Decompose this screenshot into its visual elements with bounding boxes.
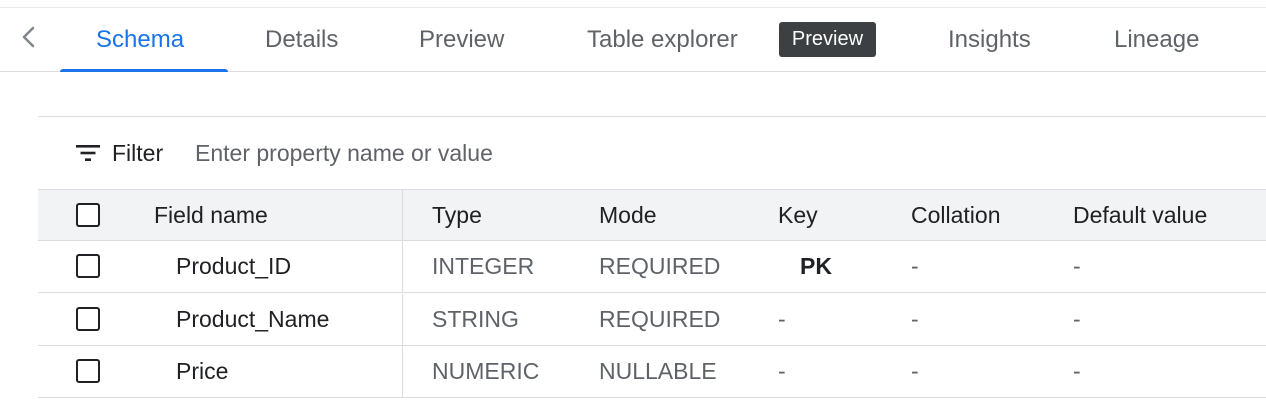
- filter-input[interactable]: [195, 136, 795, 170]
- column-header-key[interactable]: Key: [778, 190, 818, 240]
- table-row: Product_ID INTEGER REQUIRED PK - -: [38, 241, 1266, 293]
- default-value-cell: -: [1073, 358, 1081, 384]
- tab-insights[interactable]: Insights: [948, 8, 1031, 71]
- table-row: Price NUMERIC NULLABLE - - -: [38, 346, 1266, 398]
- tab-details[interactable]: Details: [265, 8, 338, 71]
- mode-cell: NULLABLE: [599, 358, 717, 384]
- type-cell: NUMERIC: [432, 358, 540, 384]
- column-divider: [402, 346, 403, 397]
- tab-label: Table explorer: [587, 25, 738, 53]
- chevron-left-icon: [21, 26, 35, 53]
- row-checkbox[interactable]: [76, 254, 100, 278]
- mode-cell: REQUIRED: [599, 253, 721, 279]
- tab-label: Lineage: [1114, 25, 1200, 53]
- column-header-field-name[interactable]: Field name: [154, 190, 268, 240]
- field-name-cell: Product_ID: [176, 253, 292, 279]
- filter-button[interactable]: Filter: [76, 136, 163, 170]
- tab-label: Details: [265, 25, 339, 53]
- collation-cell: -: [911, 306, 919, 332]
- key-cell: -: [778, 306, 786, 332]
- default-value-cell: -: [1073, 253, 1081, 279]
- field-name-cell: Product_Name: [176, 306, 330, 332]
- column-divider: [402, 190, 403, 240]
- key-cell: PK: [800, 253, 832, 279]
- table-row: Product_Name STRING REQUIRED - - -: [38, 294, 1266, 346]
- tab-preview[interactable]: Preview: [419, 8, 504, 71]
- collation-cell: -: [911, 253, 919, 279]
- default-value-cell: -: [1073, 306, 1081, 332]
- select-all-checkbox[interactable]: [76, 203, 100, 227]
- column-divider: [402, 241, 403, 292]
- column-header-mode[interactable]: Mode: [599, 190, 657, 240]
- row-checkbox[interactable]: [76, 359, 100, 383]
- tab-bar: Schema Details Preview Table explorer Pr…: [0, 7, 1266, 72]
- field-name-cell: Price: [176, 358, 229, 384]
- column-divider: [402, 294, 403, 345]
- filter-icon: [76, 142, 102, 164]
- mode-cell: REQUIRED: [599, 306, 721, 332]
- tab-label: Preview: [419, 25, 505, 53]
- tab-label: Insights: [948, 25, 1031, 53]
- preview-badge: Preview: [779, 22, 876, 57]
- active-tab-indicator: [60, 69, 228, 72]
- collation-cell: -: [911, 358, 919, 384]
- row-checkbox[interactable]: [76, 307, 100, 331]
- divider: [38, 116, 1266, 117]
- table-header: Field name Type Mode Key Collation Defau…: [38, 189, 1266, 241]
- scroll-tabs-left-button[interactable]: [14, 24, 42, 54]
- type-cell: STRING: [432, 306, 519, 332]
- column-header-collation[interactable]: Collation: [911, 190, 1001, 240]
- tab-schema[interactable]: Schema: [96, 8, 184, 71]
- filter-label: Filter: [112, 139, 164, 166]
- tab-table-explorer[interactable]: Table explorer: [587, 8, 738, 71]
- tab-lineage[interactable]: Lineage: [1114, 8, 1199, 71]
- type-cell: INTEGER: [432, 253, 535, 279]
- column-header-type[interactable]: Type: [432, 190, 482, 240]
- key-cell: -: [778, 358, 786, 384]
- tab-label: Schema: [96, 25, 185, 53]
- column-header-default-value[interactable]: Default value: [1073, 190, 1207, 240]
